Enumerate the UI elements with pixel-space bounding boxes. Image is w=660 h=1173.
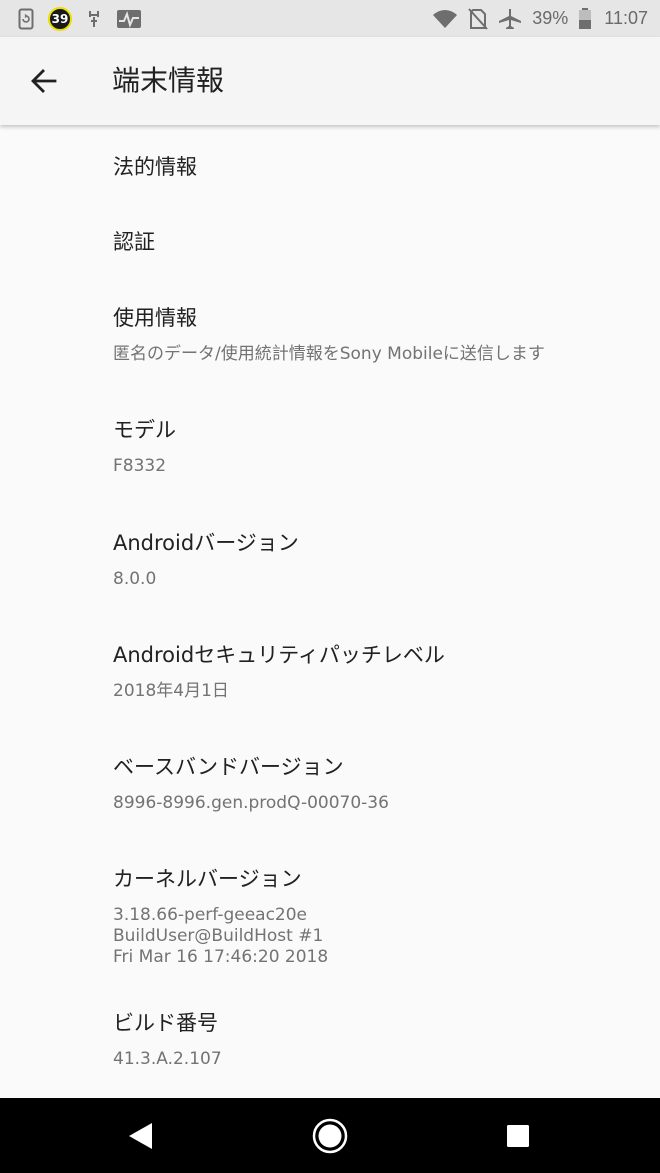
nav-home-button[interactable] [290, 1098, 370, 1173]
list-item-title: 認証 [113, 230, 155, 254]
no-sim-icon [468, 7, 488, 30]
list-item-title: ビルド番号 [113, 1011, 218, 1035]
back-button[interactable] [22, 59, 66, 103]
list-item-title: カーネルバージョン [113, 867, 302, 891]
list-item-summary: 8.0.0 [113, 569, 157, 589]
kernel-version-line: 3.18.66-perf-geeac20e [113, 905, 308, 925]
list-item-security-patch[interactable]: Androidセキュリティパッチレベル 2018年4月1日 [113, 639, 633, 702]
status-bar-system: 39% 11:07 [432, 7, 648, 30]
list-item-summary: 3.18.66-perf-geeac20e BuildUser@BuildHos… [113, 905, 633, 968]
kernel-date-line: Fri Mar 16 17:46:20 2018 [113, 947, 329, 967]
list-item-certification[interactable]: 認証 [113, 226, 633, 256]
nav-home-icon [312, 1118, 348, 1153]
clock: 11:07 [604, 8, 648, 28]
list-item-baseband-version[interactable]: ベースバンドバージョン 8996-8996.gen.prodQ-00070-36 [113, 751, 633, 814]
list-item-summary: F8332 [113, 456, 167, 476]
nav-back-icon [129, 1122, 152, 1149]
wifi-icon [432, 9, 458, 29]
arrow-back-icon [31, 69, 57, 93]
list-item-summary: 41.3.A.2.107 [113, 1049, 222, 1069]
pulse-icon [116, 9, 142, 29]
nav-recents-icon [507, 1124, 529, 1147]
list-item-title: モデル [113, 418, 176, 442]
list-item-build-number[interactable]: ビルド番号 41.3.A.2.107 [113, 1007, 633, 1070]
list-item-legal-info[interactable]: 法的情報 [113, 151, 633, 181]
list-item-title: ベースバンドバージョン [113, 755, 344, 779]
list-item-model[interactable]: モデル F8332 [113, 414, 633, 477]
list-item-title: Androidセキュリティパッチレベル [113, 643, 445, 667]
airplane-icon [498, 8, 522, 30]
nav-recents-button[interactable] [478, 1098, 558, 1173]
nav-back-button[interactable] [100, 1098, 180, 1173]
badge-icon: 39 [48, 6, 72, 31]
list-item-summary: 匿名のデータ/使用統計情報をSony Mobileに送信します [113, 344, 545, 364]
status-bar: 39 39% 11:07 [0, 0, 660, 37]
list-item-title: 法的情報 [113, 155, 197, 179]
navigation-bar [0, 1098, 660, 1173]
list-item-summary: 2018年4月1日 [113, 681, 229, 701]
app-bar: 端末情報 [0, 37, 660, 125]
usb-debug-icon [86, 9, 102, 29]
screenshot-icon [18, 8, 34, 30]
list-item-kernel-version[interactable]: カーネルバージョン 3.18.66-perf-geeac20e BuildUse… [113, 863, 633, 968]
battery-percent: 39% [532, 8, 569, 28]
list-item-summary: 8996-8996.gen.prodQ-00070-36 [113, 793, 389, 813]
list-item-title: Androidバージョン [113, 531, 299, 555]
list-item-android-version[interactable]: Androidバージョン 8.0.0 [113, 527, 633, 590]
page-title: 端末情報 [112, 64, 225, 97]
list-item-usage-info[interactable]: 使用情報 匿名のデータ/使用統計情報をSony Mobileに送信します [113, 302, 633, 365]
kernel-build-line: BuildUser@BuildHost #1 [113, 926, 324, 946]
list-item-title: 使用情報 [113, 306, 197, 330]
battery-icon [578, 7, 592, 30]
status-bar-notifications: 39 [18, 6, 142, 31]
